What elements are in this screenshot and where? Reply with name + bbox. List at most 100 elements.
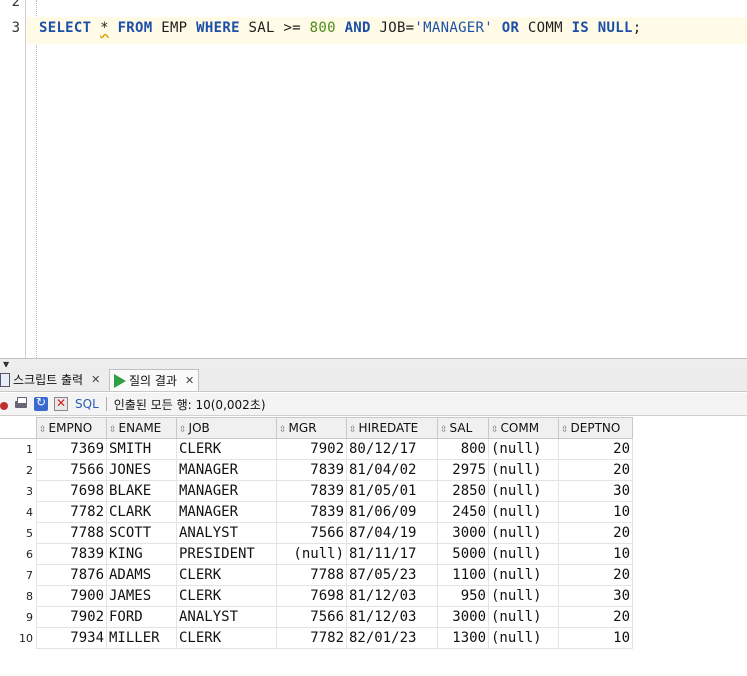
- cell-hiredate[interactable]: 87/04/19: [346, 522, 438, 544]
- cell-empno[interactable]: 7934: [36, 627, 107, 649]
- cell-mgr[interactable]: 7698: [276, 585, 347, 607]
- cell-deptno[interactable]: 10: [558, 543, 633, 565]
- cell-job[interactable]: CLERK: [176, 627, 277, 649]
- sort-icon[interactable]: ⇳: [440, 425, 448, 435]
- cell-empno[interactable]: 7876: [36, 564, 107, 586]
- cell-mgr[interactable]: 7902: [276, 438, 347, 460]
- cell-deptno[interactable]: 20: [558, 459, 633, 481]
- column-header-job[interactable]: ⇳ JOB: [176, 417, 277, 439]
- cell-hiredate[interactable]: 81/12/03: [346, 606, 438, 628]
- cell-ename[interactable]: KING: [106, 543, 177, 565]
- cell-sal[interactable]: 800: [437, 438, 489, 460]
- cell-comm[interactable]: (null): [488, 627, 559, 649]
- cell-sal[interactable]: 2975: [437, 459, 489, 481]
- cell-deptno[interactable]: 20: [558, 606, 633, 628]
- cell-job[interactable]: MANAGER: [176, 501, 277, 523]
- cell-mgr[interactable]: (null): [276, 543, 347, 565]
- table-row[interactable]: 6 7839 KING PRESIDENT (null) 81/11/17 5000 (nul…: [0, 543, 633, 565]
- cell-comm[interactable]: (null): [488, 501, 559, 523]
- sort-icon[interactable]: ⇳: [109, 425, 117, 435]
- sort-icon[interactable]: ⇳: [491, 425, 499, 435]
- sort-icon[interactable]: ⇳: [279, 425, 287, 435]
- cell-hiredate[interactable]: 87/05/23: [346, 564, 438, 586]
- print-icon[interactable]: [14, 397, 28, 411]
- cell-comm[interactable]: (null): [488, 480, 559, 502]
- cell-sal[interactable]: 3000: [437, 522, 489, 544]
- column-header-deptno[interactable]: ⇳ DEPTNO: [558, 417, 633, 439]
- tab-script-output[interactable]: 스크립트 출력 ✕: [0, 369, 100, 390]
- cell-deptno[interactable]: 20: [558, 564, 633, 586]
- cell-comm[interactable]: (null): [488, 522, 559, 544]
- cell-job[interactable]: MANAGER: [176, 480, 277, 502]
- cell-comm[interactable]: (null): [488, 438, 559, 460]
- table-row[interactable]: 9 7902 FORD ANALYST 7566 81/12/03 3000 (null) 20: [0, 606, 633, 628]
- cell-ename[interactable]: SCOTT: [106, 522, 177, 544]
- cell-job[interactable]: CLERK: [176, 585, 277, 607]
- cell-comm[interactable]: (null): [488, 543, 559, 565]
- cell-sal[interactable]: 2850: [437, 480, 489, 502]
- column-header-ename[interactable]: ⇳ ENAME: [106, 417, 177, 439]
- cell-deptno[interactable]: 30: [558, 480, 633, 502]
- column-header-sal[interactable]: ⇳ SAL: [437, 417, 489, 439]
- cell-comm[interactable]: (null): [488, 585, 559, 607]
- table-row[interactable]: 7 7876 ADAMS CLERK 7788 87/05/23 1100 (null) 20: [0, 564, 633, 586]
- cell-job[interactable]: PRESIDENT: [176, 543, 277, 565]
- pin-icon[interactable]: [0, 400, 8, 410]
- cell-mgr[interactable]: 7839: [276, 480, 347, 502]
- column-header-hiredate[interactable]: ⇳ HIREDATE: [346, 417, 438, 439]
- cell-deptno[interactable]: 30: [558, 585, 633, 607]
- column-header-mgr[interactable]: ⇳ MGR: [276, 417, 347, 439]
- cell-hiredate[interactable]: 81/12/03: [346, 585, 438, 607]
- cell-deptno[interactable]: 10: [558, 627, 633, 649]
- cell-mgr[interactable]: 7566: [276, 606, 347, 628]
- sql-editor[interactable]: 2 3 SELECT * FROM EMP WHERE SAL >= 800 A…: [0, 0, 747, 360]
- cell-empno[interactable]: 7369: [36, 438, 107, 460]
- cell-empno[interactable]: 7782: [36, 501, 107, 523]
- column-header-comm[interactable]: ⇳ COMM: [488, 417, 559, 439]
- cell-sal[interactable]: 3000: [437, 606, 489, 628]
- cell-hiredate[interactable]: 81/06/09: [346, 501, 438, 523]
- cell-mgr[interactable]: 7839: [276, 501, 347, 523]
- cell-job[interactable]: ANALYST: [176, 606, 277, 628]
- cell-sal[interactable]: 5000: [437, 543, 489, 565]
- cell-comm[interactable]: (null): [488, 606, 559, 628]
- cell-empno[interactable]: 7839: [36, 543, 107, 565]
- cell-empno[interactable]: 7788: [36, 522, 107, 544]
- cell-ename[interactable]: CLARK: [106, 501, 177, 523]
- cell-hiredate[interactable]: 81/05/01: [346, 480, 438, 502]
- sql-button[interactable]: SQL: [75, 397, 99, 411]
- cell-sal[interactable]: 2450: [437, 501, 489, 523]
- sort-icon[interactable]: ⇳: [39, 425, 47, 435]
- cell-job[interactable]: CLERK: [176, 564, 277, 586]
- sort-icon[interactable]: ⇳: [349, 425, 357, 435]
- cell-hiredate[interactable]: 81/04/02: [346, 459, 438, 481]
- cancel-icon[interactable]: [54, 396, 68, 411]
- table-row[interactable]: 5 7788 SCOTT ANALYST 7566 87/04/19 3000 (null) 2…: [0, 522, 633, 544]
- table-row[interactable]: 4 7782 CLARK MANAGER 7839 81/06/09 2450 (null) 1…: [0, 501, 633, 523]
- cell-empno[interactable]: 7698: [36, 480, 107, 502]
- table-row[interactable]: 3 7698 BLAKE MANAGER 7839 81/05/01 2850 (null) 3…: [0, 480, 633, 502]
- cell-hiredate[interactable]: 81/11/17: [346, 543, 438, 565]
- column-header-empno[interactable]: ⇳ EMPNO: [36, 417, 107, 439]
- sort-icon[interactable]: ⇳: [179, 425, 187, 435]
- table-row[interactable]: 10 7934 MILLER CLERK 7782 82/01/23 1300 (null) 1…: [0, 627, 633, 649]
- cell-ename[interactable]: MILLER: [106, 627, 177, 649]
- sort-icon[interactable]: ⇳: [561, 425, 569, 435]
- cell-empno[interactable]: 7900: [36, 585, 107, 607]
- cell-mgr[interactable]: 7788: [276, 564, 347, 586]
- cell-job[interactable]: MANAGER: [176, 459, 277, 481]
- cell-empno[interactable]: 7902: [36, 606, 107, 628]
- cell-ename[interactable]: BLAKE: [106, 480, 177, 502]
- cell-ename[interactable]: JAMES: [106, 585, 177, 607]
- table-row[interactable]: 1 7369 SMITH CLERK 7902 80/12/17 800 (null) 20: [0, 438, 633, 460]
- cell-sal[interactable]: 950: [437, 585, 489, 607]
- cell-deptno[interactable]: 10: [558, 501, 633, 523]
- cell-ename[interactable]: SMITH: [106, 438, 177, 460]
- cell-hiredate[interactable]: 82/01/23: [346, 627, 438, 649]
- close-icon[interactable]: ✕: [185, 374, 194, 387]
- cell-mgr[interactable]: 7782: [276, 627, 347, 649]
- cell-job[interactable]: ANALYST: [176, 522, 277, 544]
- cell-deptno[interactable]: 20: [558, 438, 633, 460]
- tab-query-result[interactable]: 질의 결과 ✕: [109, 369, 200, 391]
- cell-ename[interactable]: FORD: [106, 606, 177, 628]
